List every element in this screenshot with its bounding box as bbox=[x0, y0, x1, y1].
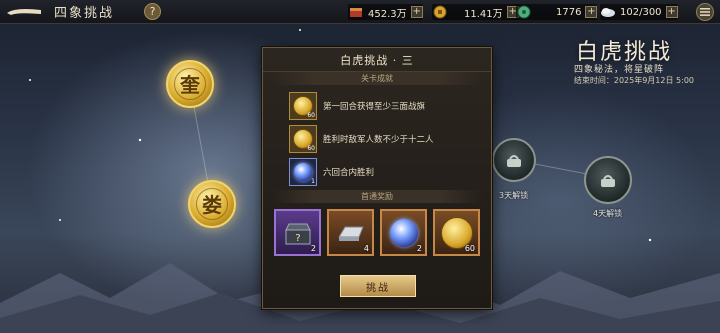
silver-ingot-icon bbox=[337, 226, 364, 241]
rewards-header: 首通奖励 bbox=[271, 190, 483, 203]
reward-count: 2 bbox=[310, 244, 316, 253]
stage-node-locked-2[interactable] bbox=[584, 156, 632, 204]
blue-orb-icon bbox=[294, 162, 312, 181]
reward-count: 60 bbox=[307, 144, 315, 152]
achievement-text: 胜利时敌军人数不少于十二人 bbox=[323, 134, 434, 145]
stage-node-lou[interactable]: 娄 bbox=[188, 180, 236, 228]
blue-orb-icon bbox=[389, 218, 418, 247]
achievement-text: 六回合内胜利 bbox=[323, 167, 375, 178]
stage-detail-panel: 白虎挑战 · 三 关卡成就 60 第一回合获得至少三面战旗 60 胜利时敌军人数… bbox=[262, 47, 492, 309]
lock-icon bbox=[507, 155, 521, 167]
reward-count: 2 bbox=[416, 244, 422, 253]
event-subtitle: 四象秘法，将星破阵 bbox=[573, 65, 664, 75]
mystery-chest-icon: ? bbox=[284, 223, 311, 244]
stage-node-kui[interactable]: 奎 bbox=[166, 60, 214, 108]
reward-item[interactable]: 60 bbox=[433, 209, 480, 256]
lock-icon bbox=[601, 175, 615, 187]
achievement-row: 1 六回合内胜利 bbox=[289, 155, 481, 188]
reward-item[interactable]: 2 bbox=[380, 209, 427, 256]
achievement-list: 60 第一回合获得至少三面战旗 60 胜利时敌军人数不少于十二人 1 六回合内胜… bbox=[263, 85, 491, 190]
unlock-countdown-2: 4天解锁 bbox=[593, 209, 623, 218]
achievement-row: 60 第一回合获得至少三面战旗 bbox=[289, 89, 481, 122]
event-end-time: 结束时间：2025年9月12日 5:00 bbox=[573, 76, 694, 85]
stage-node-label: 娄 bbox=[196, 188, 228, 220]
achievement-reward[interactable]: 60 bbox=[289, 91, 317, 120]
svg-text:?: ? bbox=[295, 233, 300, 244]
stage-node-locked-1[interactable] bbox=[492, 138, 536, 182]
reward-count: 60 bbox=[307, 111, 315, 119]
reward-count: 1 bbox=[311, 177, 315, 185]
achievement-row: 60 胜利时敌军人数不少于十二人 bbox=[289, 122, 481, 155]
achievement-text: 第一回合获得至少三面战旗 bbox=[323, 101, 426, 112]
reward-count: 4 bbox=[363, 244, 369, 253]
stage-node-label: 奎 bbox=[174, 68, 206, 100]
first-clear-rewards: ? 2 4 2 60 bbox=[263, 209, 491, 256]
reward-item[interactable]: 4 bbox=[327, 209, 374, 256]
unlock-countdown-1: 3天解锁 bbox=[499, 191, 529, 200]
achievements-header: 关卡成就 bbox=[271, 72, 483, 85]
panel-title: 白虎挑战 · 三 bbox=[263, 48, 491, 72]
achievement-reward[interactable]: 1 bbox=[289, 157, 317, 186]
challenge-button[interactable]: 挑战 bbox=[340, 275, 416, 297]
achievement-reward[interactable]: 60 bbox=[289, 124, 317, 153]
reward-item[interactable]: ? 2 bbox=[274, 209, 321, 256]
reward-count: 60 bbox=[464, 244, 475, 253]
